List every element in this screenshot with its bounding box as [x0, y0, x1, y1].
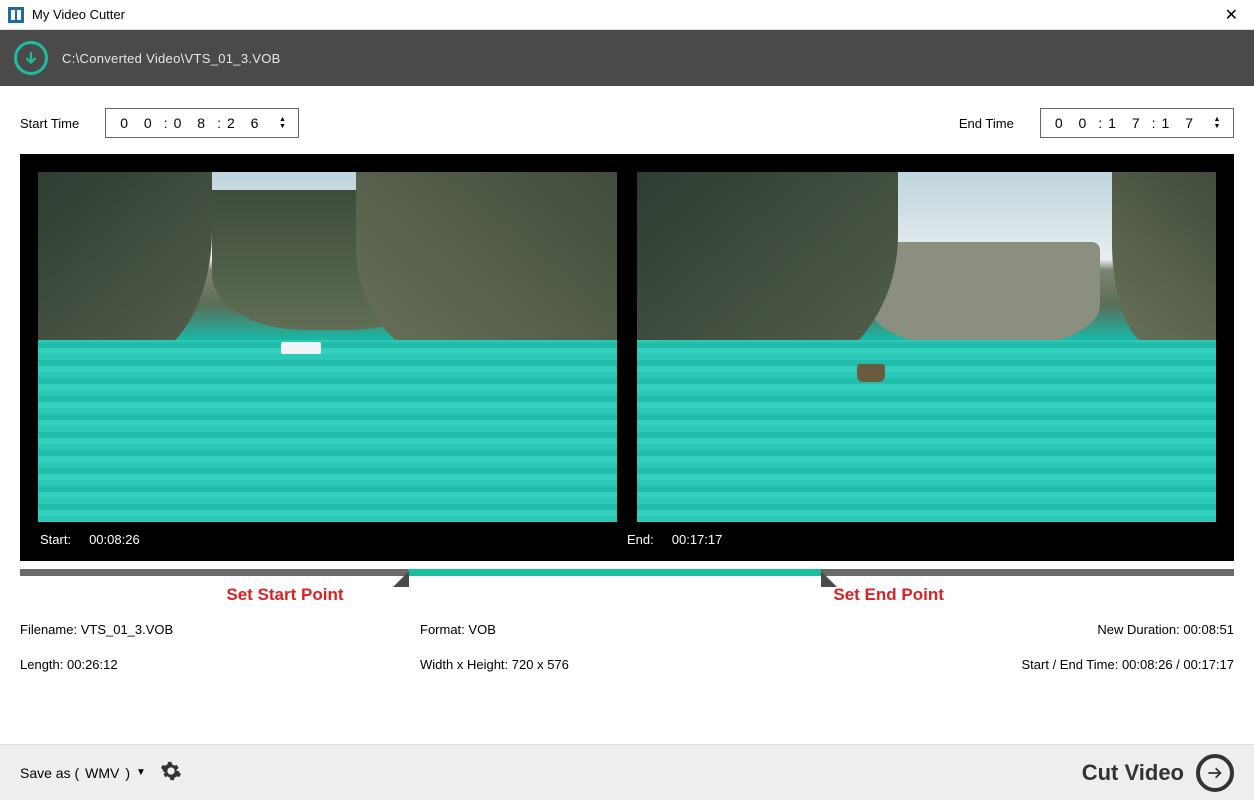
save-as-dropdown[interactable]: Save as ( WMV) ▼ — [20, 765, 146, 781]
width-height-info: Width x Height: 720 x 576 — [420, 657, 820, 672]
end-time-group: End Time 0 0: 1 7: 1 7 ▲▼ — [959, 108, 1234, 138]
end-frame-preview — [637, 172, 1216, 522]
file-path: C:\Converted Video\VTS_01_3.VOB — [62, 51, 281, 66]
chevron-down-icon: ▼ — [136, 767, 146, 778]
arrow-right-circle-icon — [1196, 754, 1234, 792]
start-time-spinner[interactable]: ▲▼ — [278, 116, 292, 130]
end-preview-label-row: End: 00:17:17 — [627, 532, 1214, 547]
saveas-format: WMV — [85, 765, 119, 781]
file-header: C:\Converted Video\VTS_01_3.VOB — [0, 30, 1254, 86]
length-info: Length: 00:26:12 — [20, 657, 420, 672]
end-time-label: End Time — [959, 116, 1014, 131]
end-preview-value: 00:17:17 — [672, 532, 723, 547]
start-end-time-info: Start / End Time: 00:08:26 / 00:17:17 — [820, 657, 1234, 672]
start-frame-preview — [38, 172, 617, 522]
start-preview-label: Start: — [40, 532, 71, 547]
start-ss: 2 6 — [227, 115, 264, 131]
end-time-spinner[interactable]: ▲▼ — [1213, 116, 1227, 130]
start-hint: Set Start Point — [226, 585, 343, 605]
timeline-selection — [408, 569, 821, 576]
end-mm: 1 7 — [1108, 115, 1145, 131]
start-time-label: Start Time — [20, 116, 79, 131]
download-icon[interactable] — [14, 41, 48, 75]
start-time-input[interactable]: 0 0: 0 8: 2 6 ▲▼ — [105, 108, 299, 138]
timeline-slider[interactable]: Set Start Point Set End Point — [20, 567, 1234, 595]
start-hh: 0 0 — [120, 115, 157, 131]
time-row: Start Time 0 0: 0 8: 2 6 ▲▼ End Time 0 0… — [0, 86, 1254, 154]
settings-button[interactable] — [160, 760, 182, 785]
close-icon[interactable]: ✕ — [1217, 5, 1246, 25]
start-preview-label-row: Start: 00:08:26 — [40, 532, 627, 547]
cut-video-button[interactable]: Cut Video — [1082, 754, 1234, 792]
footer-bar: Save as ( WMV) ▼ Cut Video — [0, 744, 1254, 800]
end-hh: 0 0 — [1055, 115, 1092, 131]
gear-icon — [160, 760, 182, 782]
format-info: Format: VOB — [420, 622, 820, 637]
saveas-prefix: Save as ( — [20, 765, 79, 781]
saveas-suffix: ) — [125, 765, 130, 781]
start-handle[interactable] — [393, 571, 409, 587]
titlebar: My Video Cutter ✕ — [0, 0, 1254, 30]
info-section: Filename: VTS_01_3.VOB Format: VOB New D… — [20, 617, 1234, 677]
cut-video-label: Cut Video — [1082, 760, 1184, 786]
start-time-group: Start Time 0 0: 0 8: 2 6 ▲▼ — [20, 108, 299, 138]
app-icon — [8, 7, 24, 23]
preview-area: Start: 00:08:26 End: 00:17:17 — [20, 154, 1234, 561]
window-title: My Video Cutter — [32, 7, 1217, 22]
new-duration-info: New Duration: 00:08:51 — [820, 622, 1234, 637]
filename-info: Filename: VTS_01_3.VOB — [20, 622, 420, 637]
end-time-input[interactable]: 0 0: 1 7: 1 7 ▲▼ — [1040, 108, 1234, 138]
end-preview-label: End: — [627, 532, 654, 547]
start-preview-value: 00:08:26 — [89, 532, 140, 547]
end-ss: 1 7 — [1162, 115, 1199, 131]
end-hint: Set End Point — [833, 585, 944, 605]
start-mm: 0 8 — [174, 115, 211, 131]
